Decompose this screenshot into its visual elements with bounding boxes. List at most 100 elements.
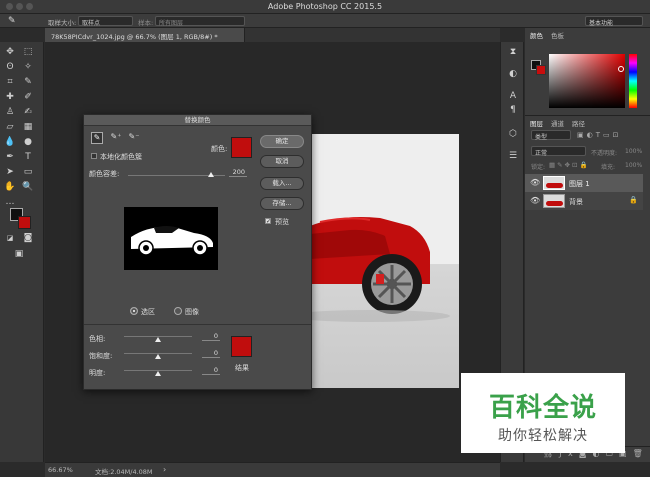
image-radio-label: 图像 — [185, 308, 199, 316]
layer-filter-select[interactable]: 类型 — [531, 130, 571, 141]
opacity-label: 不透明度: — [591, 150, 618, 157]
tab-color[interactable]: 颜色 — [530, 30, 543, 40]
adjustments-panel-icon[interactable]: ◐ — [507, 68, 519, 80]
zoom-tool-icon[interactable]: 🔍 — [22, 181, 34, 193]
more-tools-icon[interactable]: … — [4, 196, 16, 208]
path-select-tool-icon[interactable]: ➤ — [4, 166, 16, 178]
layer-name[interactable]: 背景 — [569, 197, 583, 207]
background-color-swatch[interactable] — [18, 216, 31, 229]
load-button[interactable]: 载入... — [260, 177, 304, 190]
fuzziness-slider-thumb[interactable] — [208, 172, 215, 177]
sample-select[interactable]: 所有图层 — [155, 16, 245, 27]
crop-tool-icon[interactable]: ⌗ — [4, 76, 16, 88]
marquee-tool-icon[interactable]: ⬚ — [22, 46, 34, 58]
default-colors-icon[interactable]: ◪ — [4, 232, 16, 244]
lock-icon: 🔒 — [629, 196, 638, 204]
panel-bg-swatch[interactable] — [536, 65, 546, 75]
localized-clusters-label: 本地化颜色簇 — [100, 153, 142, 161]
sample-label: 样本: — [138, 19, 154, 27]
layer-row[interactable]: 👁 背景 🔒 — [525, 192, 643, 210]
replace-color-dialog: 替换颜色 ✎ ✎⁺ ✎⁻ 本地化颜色簇 颜色: 颜色容差: 200 选区 图像 … — [83, 114, 312, 390]
save-button[interactable]: 存储... — [260, 197, 304, 210]
layer-row[interactable]: 👁 图层 1 — [525, 174, 643, 192]
hue-slider-thumb[interactable] — [155, 337, 161, 342]
hue-slider[interactable] — [629, 54, 637, 108]
fuzziness-input[interactable]: 200 — [229, 168, 247, 177]
visibility-eye-icon[interactable]: 👁 — [530, 178, 540, 187]
status-arrow-icon[interactable]: › — [163, 465, 166, 474]
shape-tool-icon[interactable]: ▭ — [22, 166, 34, 178]
result-color-swatch[interactable] — [231, 336, 252, 357]
eyedropper-plus-icon[interactable]: ✎⁺ — [110, 132, 122, 144]
pen-tool-icon[interactable]: ✒ — [4, 151, 16, 163]
tab-channels[interactable]: 通道 — [551, 118, 564, 128]
screen-mode-icon[interactable]: ▣ — [13, 248, 25, 260]
color-picker-field[interactable] — [549, 54, 625, 108]
eyedropper-icon[interactable]: ✎ — [8, 16, 16, 26]
status-bar: 66.67% 文档:2.04M/4.08M › — [45, 462, 500, 477]
hue-input[interactable]: 0 — [202, 332, 220, 341]
color-picker-cursor[interactable] — [618, 66, 624, 72]
paragraph-panel-icon[interactable]: ¶ — [507, 104, 519, 116]
gradient-tool-icon[interactable]: ▦ — [22, 121, 34, 133]
character-panel-icon[interactable]: A — [507, 90, 519, 102]
eyedropper-icon[interactable]: ✎ — [91, 132, 103, 144]
stamp-tool-icon[interactable]: ♙ — [4, 106, 16, 118]
brush-tool-icon[interactable]: ✐ — [22, 91, 34, 103]
dodge-tool-icon[interactable]: ● — [22, 136, 34, 148]
fill-value[interactable]: 100% — [625, 162, 642, 169]
app-title: Adobe Photoshop CC 2015.5 — [267, 2, 383, 11]
eyedropper-tool-icon[interactable]: ✎ — [22, 76, 34, 88]
saturation-input[interactable]: 0 — [202, 349, 220, 358]
properties-panel-icon[interactable]: ☰ — [507, 150, 519, 162]
history-brush-tool-icon[interactable]: ✍ — [22, 106, 34, 118]
move-tool-icon[interactable]: ✥ — [4, 46, 16, 58]
tab-layers[interactable]: 图层 — [530, 118, 543, 128]
target-color-swatch[interactable] — [231, 137, 252, 158]
car-mask-illustration — [131, 226, 213, 256]
sample-size-select[interactable]: 取样点 — [78, 16, 133, 27]
saturation-slider-thumb[interactable] — [155, 354, 161, 359]
workspace-select[interactable]: 基本功能 — [585, 16, 643, 27]
tab-paths[interactable]: 路径 — [572, 118, 585, 128]
sample-size-label: 取样大小: — [48, 19, 77, 27]
hand-tool-icon[interactable]: ✋ — [4, 181, 16, 193]
localized-clusters-checkbox[interactable] — [91, 153, 97, 159]
color-panel: 颜色 色板 — [525, 28, 650, 116]
lock-icons[interactable]: ▦✎✥⊡🔒 — [549, 161, 590, 169]
fill-label: 填充: — [601, 164, 616, 171]
opacity-value[interactable]: 100% — [625, 148, 642, 155]
lasso-tool-icon[interactable]: ʘ — [4, 61, 16, 73]
image-radio[interactable] — [174, 307, 182, 315]
lightness-slider-thumb[interactable] — [155, 371, 161, 376]
blur-tool-icon[interactable]: 💧 — [4, 136, 16, 148]
eraser-tool-icon[interactable]: ▱ — [4, 121, 16, 133]
document-image[interactable] — [310, 134, 459, 388]
blend-mode-select[interactable]: 正常 — [531, 146, 586, 157]
tab-swatches[interactable]: 色板 — [551, 30, 564, 40]
type-tool-icon[interactable]: T — [22, 151, 34, 163]
visibility-eye-icon[interactable]: 👁 — [530, 196, 540, 205]
healing-tool-icon[interactable]: ✚ — [4, 91, 16, 103]
zoom-level[interactable]: 66.67% — [48, 466, 73, 474]
selection-radio-label: 选区 — [141, 308, 155, 316]
layer-name[interactable]: 图层 1 — [569, 179, 590, 189]
selection-radio[interactable] — [130, 307, 138, 315]
cancel-button[interactable]: 取消 — [260, 155, 304, 168]
watermark-title: 百科全说 — [488, 393, 597, 423]
preview-checkbox[interactable]: ✓ — [265, 218, 271, 225]
history-panel-icon[interactable]: ⧗ — [507, 46, 519, 58]
result-label: 结果 — [235, 364, 249, 372]
fuzziness-label: 颜色容差: — [89, 170, 120, 178]
quick-mask-icon[interactable]: ◙ — [22, 232, 34, 244]
lightness-input[interactable]: 0 — [202, 366, 220, 375]
document-tab[interactable]: 78K58PICdvr_1024.jpg @ 66.7% (图层 1, RGB/… — [45, 28, 245, 42]
filter-icons[interactable]: ▣◐T▭⊡ — [577, 131, 621, 139]
ok-button[interactable]: 确定 — [260, 135, 304, 148]
lightness-label: 明度: — [89, 369, 106, 377]
eyedropper-minus-icon[interactable]: ✎⁻ — [128, 132, 140, 144]
3d-panel-icon[interactable]: ⬡ — [507, 128, 519, 140]
selection-preview[interactable] — [124, 207, 218, 270]
magic-wand-tool-icon[interactable]: ✧ — [22, 61, 34, 73]
watermark-subtitle: 助你轻松解决 — [498, 428, 588, 444]
